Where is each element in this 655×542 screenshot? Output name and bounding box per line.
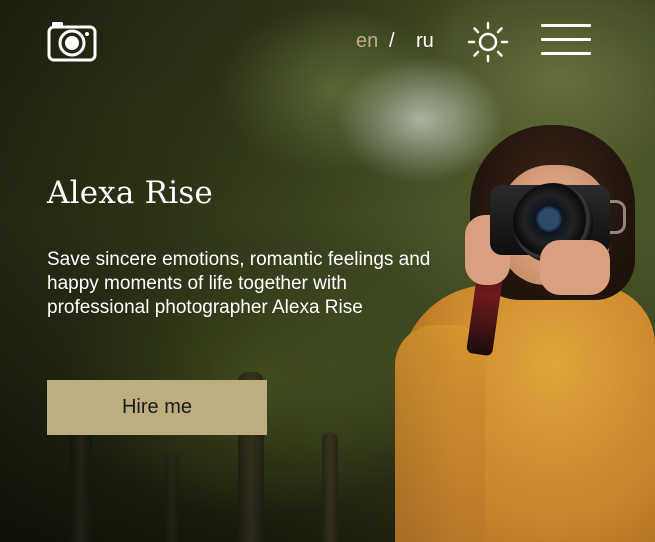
hero-title: Alexa Rise [47, 175, 213, 211]
lang-en-link[interactable]: en [356, 30, 378, 53]
hamburger-menu-icon[interactable] [541, 24, 591, 58]
lang-separator: / [389, 30, 395, 52]
hero-section: en / ru Alexa Rise Save sincere emotions… [0, 0, 655, 542]
sun-icon[interactable] [467, 21, 509, 63]
burger-line [541, 24, 591, 27]
burger-line [541, 52, 591, 55]
camera-icon[interactable] [47, 20, 97, 62]
burger-line [541, 38, 591, 41]
hero-subtitle: Save sincere emotions, romantic feelings… [47, 249, 431, 318]
lang-ru-link[interactable]: ru [416, 30, 434, 53]
hire-me-button[interactable]: Hire me [47, 380, 267, 435]
